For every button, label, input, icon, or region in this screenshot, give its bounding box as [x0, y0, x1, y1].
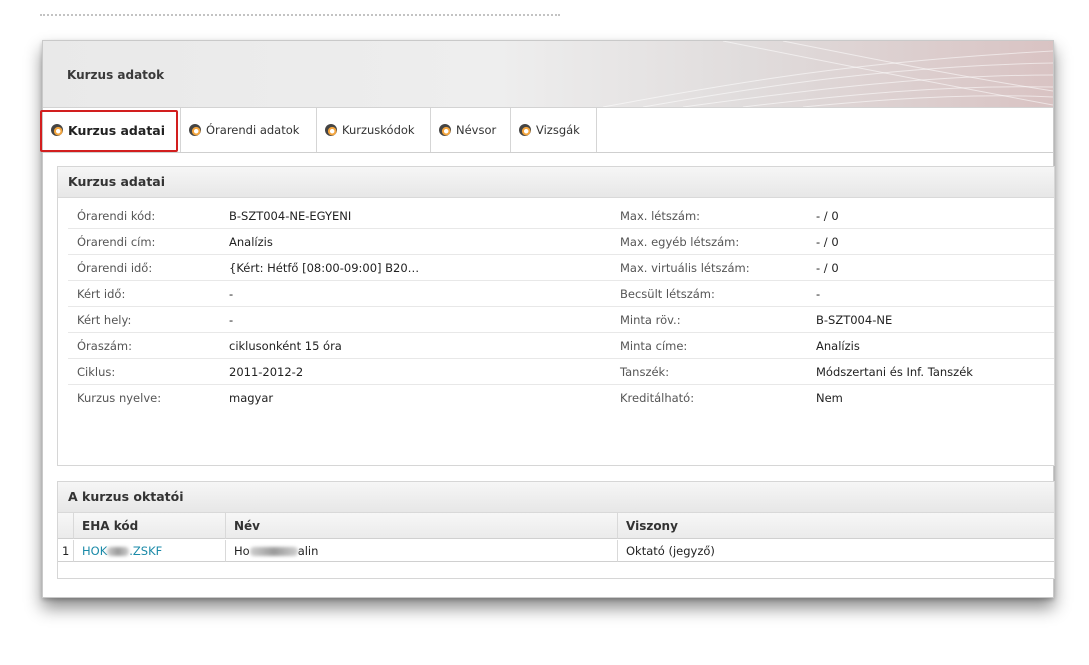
field-label: Órarendi kód: [77, 209, 156, 223]
panel-header: Kurzus adatok [43, 41, 1053, 108]
field-value: - [229, 287, 234, 301]
detail-row: Órarendi idő: {Kért: Hétfő [08:00-09:00]… [68, 254, 1054, 281]
column-header: EHA kód [74, 513, 226, 539]
instructors-section: A kurzus oktatói EHA kód Név Viszony 1 H… [57, 481, 1055, 579]
relation-cell: Oktató (jegyző) [618, 540, 1054, 562]
swirl-icon [51, 124, 63, 136]
detail-row: Ciklus: 2011-2012-2 Tanszék: Módszertani… [68, 358, 1054, 385]
field-label: Tanszék: [620, 365, 670, 379]
course-details-section: Kurzus adatai Órarendi kód: B-SZT004-NE-… [57, 166, 1055, 466]
field-value: {Kért: Hétfő [08:00-09:00] B20… [229, 261, 420, 275]
eha-code-cell[interactable]: HOK .ZSKF [74, 540, 226, 562]
field-label: Max. egyéb létszám: [620, 235, 740, 249]
field-value: B-SZT004-NE [816, 313, 893, 327]
field-value: Analízis [816, 339, 860, 353]
tab-label: Névsor [456, 123, 497, 137]
field-label: Max. létszám: [620, 209, 701, 223]
field-value: - [816, 287, 821, 301]
name-start: Ho [234, 544, 250, 558]
column-header: Név [226, 513, 618, 539]
field-label: Kreditálható: [620, 391, 695, 405]
field-label: Max. virtuális létszám: [620, 261, 750, 275]
field-value: Nem [816, 391, 843, 405]
field-value: Analízis [229, 235, 273, 249]
field-label: Óraszám: [77, 339, 132, 353]
row-number: 1 [58, 540, 74, 562]
field-label: Kurzus nyelve: [77, 391, 162, 405]
tab-label: Kurzuskódok [342, 123, 415, 137]
section-title: Kurzus adatai [58, 167, 1054, 198]
field-label: Becsült létszám: [620, 287, 715, 301]
redacted-blur [249, 547, 298, 556]
field-value: Módszertani és Inf. Tanszék [816, 365, 973, 379]
row-number-header [58, 513, 74, 539]
panel-title: Kurzus adatok [67, 68, 165, 82]
tab-label: Órarendi adatok [206, 123, 300, 137]
header-wave-decor [602, 41, 1053, 107]
tab-kurzuskodok[interactable]: Kurzuskódok [317, 108, 431, 152]
detail-row: Órarendi kód: B-SZT004-NE-EGYENI Max. lé… [68, 202, 1054, 229]
field-value: B-SZT004-NE-EGYENI [229, 209, 352, 223]
field-value: - / 0 [816, 235, 839, 249]
swirl-icon [439, 124, 451, 136]
field-label: Kért hely: [77, 313, 132, 327]
course-panel: Kurzus adatok Kurzus adatai Órarendi ada… [40, 40, 1055, 598]
field-value: ciklusonként 15 óra [229, 339, 342, 353]
field-label: Minta címe: [620, 339, 688, 353]
swirl-icon [519, 124, 531, 136]
eha-code-link-start[interactable]: HOK [82, 544, 107, 558]
detail-row: Kért idő: - Becsült létszám: - [68, 280, 1054, 307]
field-label: Órarendi idő: [77, 261, 153, 275]
section-title: A kurzus oktatói [58, 482, 1054, 513]
swirl-icon [189, 124, 201, 136]
tab-kurzus-adatai[interactable]: Kurzus adatai [40, 108, 181, 152]
field-value: - / 0 [816, 209, 839, 223]
field-label: Kért idő: [77, 287, 126, 301]
detail-row: Óraszám: ciklusonként 15 óra Minta címe:… [68, 332, 1054, 359]
tab-orarendi-adatok[interactable]: Órarendi adatok [181, 108, 317, 152]
tab-bar: Kurzus adatai Órarendi adatok Kurzuskódo… [40, 108, 1053, 153]
field-value: magyar [229, 391, 274, 405]
field-value: - [229, 313, 234, 327]
detail-row: Kért hely: - Minta röv.: B-SZT004-NE [68, 306, 1054, 333]
eha-code-link-end[interactable]: .ZSKF [129, 544, 162, 558]
name-cell: Ho alin [226, 540, 618, 562]
field-value: 2011-2012-2 [229, 365, 304, 379]
field-label: Ciklus: [77, 365, 116, 379]
field-label: Órarendi cím: [77, 235, 156, 249]
redacted-blur [107, 547, 130, 556]
tab-label: Kurzus adatai [68, 122, 166, 138]
field-label: Minta röv.: [620, 313, 681, 327]
swirl-icon [325, 124, 337, 136]
tab-nevsor[interactable]: Névsor [431, 108, 511, 152]
column-header: Viszony [618, 513, 1054, 539]
detail-row: Órarendi cím: Analízis Max. egyéb létszá… [68, 228, 1054, 255]
tab-vizsgak[interactable]: Vizsgák [511, 108, 597, 152]
detail-row: Kurzus nyelve: magyar Kreditálható: Nem [68, 384, 1054, 410]
name-end: alin [297, 544, 319, 558]
field-value: - / 0 [816, 261, 839, 275]
top-decor-line [40, 0, 560, 16]
tab-label: Vizsgák [536, 123, 580, 137]
